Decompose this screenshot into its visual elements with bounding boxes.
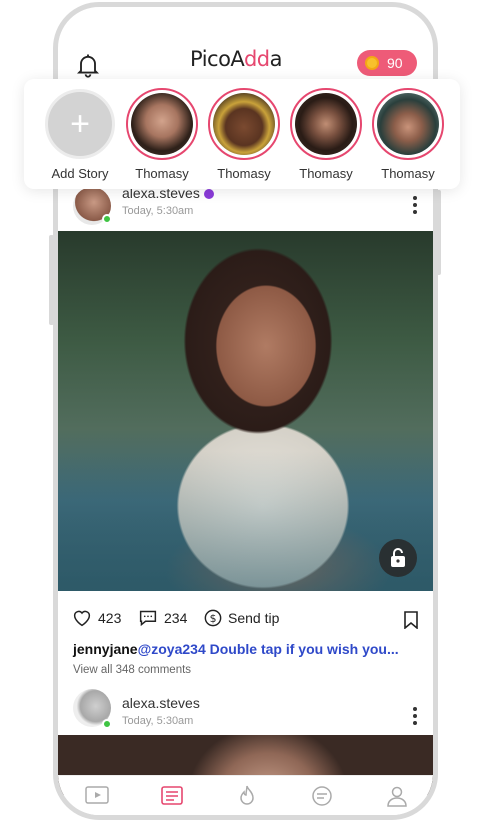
app-logo: PicoAdda (190, 47, 283, 71)
online-indicator (102, 214, 112, 224)
story-label: Add Story (51, 166, 109, 181)
chat-tab-icon[interactable] (309, 784, 335, 808)
unlock-button[interactable] (379, 539, 417, 577)
more-options-icon[interactable] (413, 196, 419, 217)
story-label: Thomasy (135, 166, 189, 181)
more-options-icon[interactable] (413, 707, 419, 728)
view-all-comments-link[interactable]: View all 348 comments (73, 664, 191, 676)
post-header: alexa.steves Today, 5:30am (58, 183, 433, 225)
post-username[interactable]: alexa.steves (122, 695, 200, 711)
post-actions: 423 234 $ Send tip (58, 609, 433, 635)
post-time: Today, 5:30am (122, 715, 194, 727)
heart-icon (73, 610, 91, 627)
send-tip-button[interactable]: $ Send tip (204, 609, 279, 627)
stories-bar: + Add Story Thomasy Thomasy Thomasy Thom… (24, 79, 460, 189)
online-indicator (102, 719, 112, 729)
video-tab-icon[interactable] (84, 784, 110, 808)
bottom-tab-bar (58, 775, 433, 815)
story-item[interactable]: Thomasy (203, 88, 285, 181)
story-item[interactable]: Thomasy (121, 88, 203, 181)
post-time: Today, 5:30am (122, 205, 194, 217)
post-caption: jennyjane@zoya234 Double tap if you wish… (73, 641, 399, 657)
story-avatar (377, 93, 439, 155)
profile-tab-icon[interactable] (384, 784, 410, 808)
coin-balance-badge[interactable]: 90 (357, 50, 417, 76)
comment-button[interactable]: 234 (138, 609, 187, 627)
like-button[interactable]: 423 (72, 609, 121, 627)
story-item[interactable]: Thomasy (367, 88, 449, 181)
verified-badge-icon (203, 189, 214, 200)
image-water-overlay (58, 451, 433, 591)
bell-icon[interactable] (74, 51, 102, 79)
coin-count: 90 (387, 55, 403, 71)
caption-text[interactable]: @zoya234 Double tap if you wish you... (138, 641, 399, 657)
like-count: 423 (98, 610, 122, 626)
svg-text:$: $ (210, 612, 217, 625)
dollar-coin-icon: $ (204, 609, 222, 627)
story-avatar (295, 93, 357, 155)
comment-count: 234 (164, 610, 188, 626)
story-item[interactable]: Thomasy (285, 88, 367, 181)
story-avatar (213, 93, 275, 155)
story-label: Thomasy (381, 166, 435, 181)
fire-tab-icon[interactable] (234, 784, 260, 808)
bookmark-icon[interactable] (403, 611, 419, 629)
caption-username[interactable]: jennyjane (73, 641, 138, 657)
story-avatar (131, 93, 193, 155)
send-tip-label: Send tip (228, 610, 280, 626)
add-story-button[interactable]: + Add Story (39, 88, 121, 181)
comment-icon (139, 610, 157, 627)
post-header: alexa.steves Today, 5:30am (58, 689, 433, 729)
story-label: Thomasy (217, 166, 271, 181)
feed-tab-icon[interactable] (159, 784, 185, 808)
unlock-icon (391, 548, 405, 567)
post-image[interactable] (58, 231, 433, 591)
coin-icon (365, 56, 379, 70)
story-label: Thomasy (299, 166, 353, 181)
plus-icon: + (45, 89, 115, 159)
